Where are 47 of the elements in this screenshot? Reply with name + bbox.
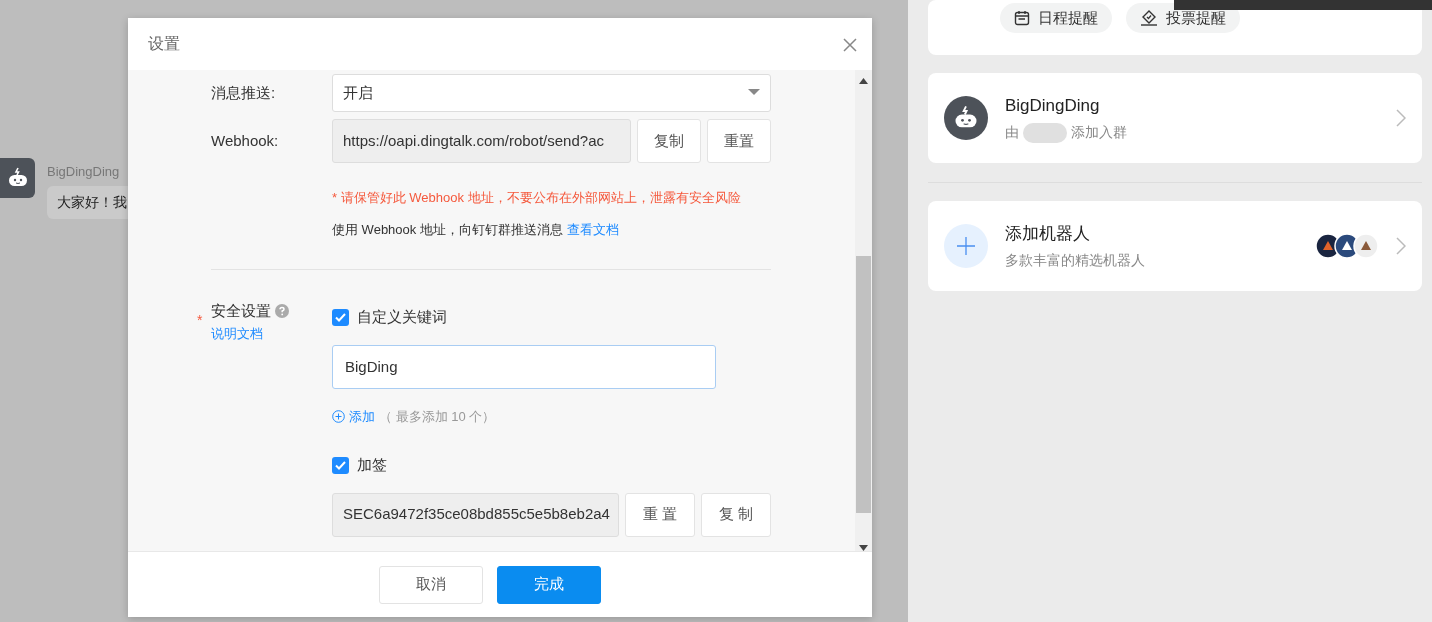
- warning-text: * 请保管好此 Webhook 地址，不要公布在外部网站上，泄露有安全风险: [332, 189, 742, 207]
- card-subtitle: 多款丰富的精选机器人: [1005, 251, 1146, 271]
- robot-card[interactable]: BigDingDing 由 添加入群: [928, 73, 1422, 163]
- plus-circle-icon: [332, 409, 345, 423]
- ballot-icon: [1140, 10, 1158, 26]
- chevron-right-icon: [1396, 109, 1406, 127]
- avatar-icon: [1353, 233, 1379, 259]
- select-field[interactable]: 开启: [332, 74, 771, 112]
- check-icon: [335, 460, 346, 470]
- card-title: 添加机器人: [1005, 222, 1091, 245]
- info-text: 使用 Webhook 地址，向钉钉群推送消息 查看文档: [332, 220, 620, 239]
- plus-icon: [957, 237, 975, 255]
- action-button[interactable]: 复制: [637, 119, 701, 163]
- field-label: 安全设置: [211, 301, 271, 321]
- checkbox[interactable]: [332, 456, 349, 474]
- add-robot-card[interactable]: 添加机器人 多款丰富的精选机器人: [928, 201, 1422, 291]
- check-icon: [335, 312, 346, 322]
- field-label: 消息推送:: [211, 82, 277, 103]
- required-mark: *: [197, 311, 203, 330]
- option-label: 加签: [357, 455, 387, 475]
- scrollbar[interactable]: [855, 70, 872, 551]
- add-hint: （ 最多添加 10 个）: [379, 407, 496, 426]
- calendar-icon: [1014, 10, 1030, 26]
- webhook-field: https://oapi.dingtalk.com/robot/send?ac: [332, 119, 631, 163]
- chevron-right-icon: [1396, 237, 1406, 255]
- field-label: Webhook:: [211, 130, 280, 151]
- action-button[interactable]: 重 置: [625, 492, 695, 537]
- scroll-up-icon: [859, 78, 868, 84]
- scroll-down-icon: [859, 545, 868, 551]
- subtitle-text: 由: [1005, 123, 1019, 143]
- action-button[interactable]: 复 制: [701, 492, 771, 537]
- reminder-chip[interactable]: 日程提醒: [1000, 3, 1112, 33]
- help-icon: [275, 304, 289, 319]
- cancel-button[interactable]: 取消: [379, 565, 483, 604]
- subtitle-text: 添加入群: [1071, 123, 1127, 143]
- close-icon: [842, 36, 858, 53]
- checkbox[interactable]: [332, 308, 349, 326]
- scrollbar-thumb[interactable]: [856, 256, 871, 513]
- robot-name: BigDingDing: [1005, 94, 1101, 117]
- redacted-name: [1023, 122, 1067, 143]
- action-button[interactable]: 重置: [707, 119, 771, 163]
- sender-name: BigDingDing: [47, 163, 121, 181]
- caret-icon: [748, 89, 760, 97]
- keyword-field[interactable]: BigDing: [332, 344, 716, 389]
- dialog-title: 设置: [148, 34, 180, 54]
- secret-field: SEC6a9472f35ce08bd855c5e5b8eb2a4: [332, 492, 619, 537]
- option-label: 自定义关键词: [357, 307, 447, 327]
